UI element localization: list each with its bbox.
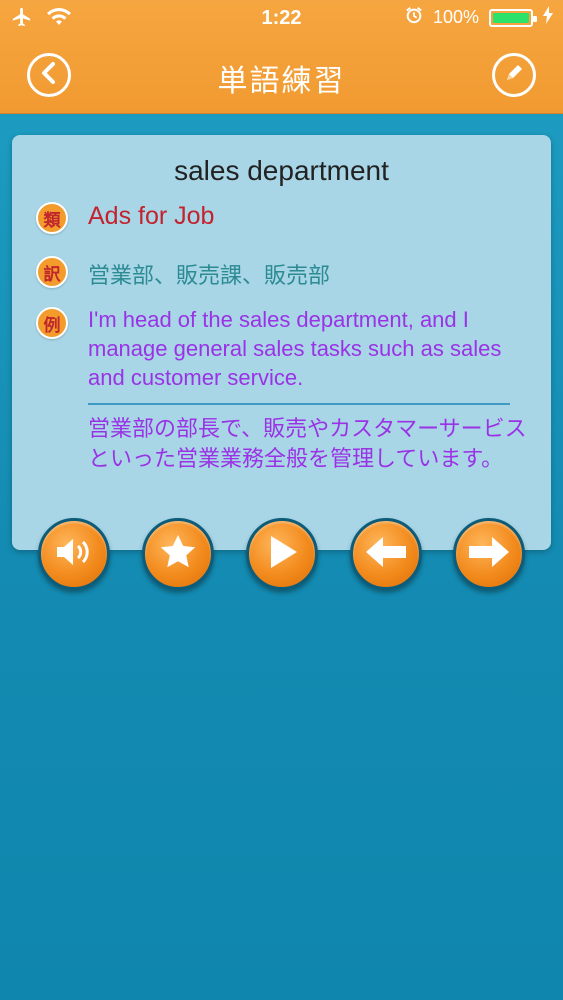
action-buttons xyxy=(0,518,563,594)
nav-bar: 単語練習 xyxy=(0,36,563,114)
battery-percent: 100% xyxy=(432,7,479,27)
favorite-button[interactable] xyxy=(142,518,214,590)
arrow-right-icon xyxy=(467,535,511,573)
play-button[interactable] xyxy=(246,518,318,590)
word-card: sales department 類 Ads for Job 訳 営業部、販売課… xyxy=(12,135,551,550)
previous-button[interactable] xyxy=(350,518,422,590)
example-en: I'm head of the sales department, and I … xyxy=(88,307,502,390)
battery-icon xyxy=(489,8,537,27)
speaker-icon xyxy=(54,535,94,573)
edit-icon xyxy=(502,61,526,89)
next-button[interactable] xyxy=(453,518,525,590)
status-right: 100% xyxy=(405,6,553,29)
related-badge: 類 xyxy=(36,202,68,234)
status-bar: 1:22 100% xyxy=(0,0,563,36)
divider xyxy=(88,403,510,405)
translation-badge: 訳 xyxy=(36,256,68,288)
charging-icon xyxy=(543,6,553,29)
arrow-left-icon xyxy=(364,535,408,573)
battery-fill xyxy=(493,12,529,23)
vocab-word: sales department xyxy=(174,155,389,186)
star-icon xyxy=(158,532,198,576)
related-text[interactable]: Ads for Job xyxy=(88,202,214,231)
page-title: 単語練習 xyxy=(217,64,346,99)
alarm-icon xyxy=(405,6,423,29)
example-ja: 営業部の部長で、販売やカスタマーサービスといった営業業務全般を管理しています。 xyxy=(88,417,527,472)
edit-button[interactable] xyxy=(492,53,536,97)
speaker-button[interactable] xyxy=(38,518,110,590)
translation-text: 営業部、販売課、販売部 xyxy=(88,264,331,289)
example-badge: 例 xyxy=(36,307,68,339)
play-icon xyxy=(265,533,299,575)
top-bar: 1:22 100% 単語練習 xyxy=(0,0,563,114)
